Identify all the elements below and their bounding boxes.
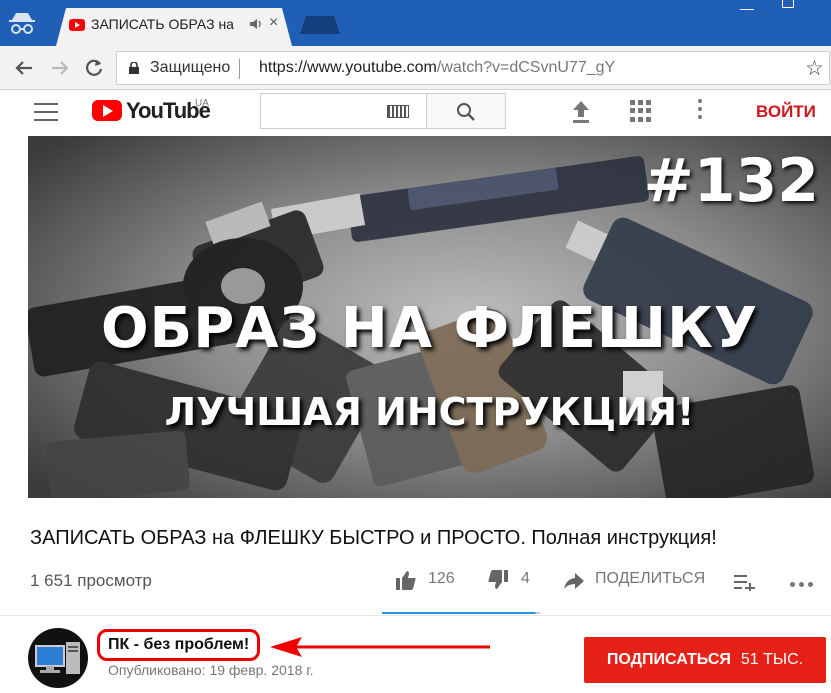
thumbs-down-icon[interactable] bbox=[487, 569, 509, 591]
forward-arrow-icon[interactable] bbox=[48, 56, 72, 80]
episode-number: #132 bbox=[643, 146, 819, 216]
share-icon[interactable] bbox=[563, 571, 585, 591]
hamburger-menu-icon[interactable] bbox=[34, 103, 58, 121]
back-arrow-icon[interactable] bbox=[12, 56, 36, 80]
more-actions-icon[interactable] bbox=[790, 582, 820, 588]
section-divider bbox=[0, 615, 831, 616]
browser-tab-bar: ЗАПИСАТЬ ОБРАЗ на × — bbox=[0, 0, 831, 46]
dislike-count: 4 bbox=[521, 570, 530, 587]
minimize-window-button[interactable]: — bbox=[740, 0, 754, 16]
video-player[interactable]: #132 ОБРАЗ НА ФЛЕШКУ ЛУЧШАЯ ИНСТРУКЦИЯ! bbox=[28, 136, 831, 498]
apps-grid-icon[interactable] bbox=[630, 100, 652, 122]
lock-icon bbox=[129, 62, 139, 74]
address-bar[interactable]: Защищено https://www.youtube.com/watch?v… bbox=[116, 51, 830, 85]
bookmark-star-icon[interactable]: ☆ bbox=[805, 56, 824, 81]
like-dislike-bar bbox=[382, 612, 540, 614]
share-button[interactable]: ПОДЕЛИТЬСЯ bbox=[595, 570, 705, 588]
more-vertical-icon[interactable] bbox=[698, 99, 704, 125]
search-button[interactable] bbox=[426, 93, 506, 129]
speaker-icon[interactable] bbox=[248, 16, 264, 32]
restore-window-button[interactable] bbox=[782, 0, 794, 8]
computer-avatar-icon bbox=[35, 642, 80, 674]
search-icon bbox=[457, 103, 475, 121]
publish-date: Опубликовано: 19 февр. 2018 г. bbox=[108, 662, 314, 678]
signin-button[interactable]: ВОЙТИ bbox=[756, 102, 816, 122]
subscribe-button[interactable]: ПОДПИСАТЬСЯ 51 ТЫС. bbox=[584, 637, 826, 683]
secure-label[interactable]: Защищено bbox=[150, 59, 230, 77]
video-title: ЗАПИСАТЬ ОБРАЗ на ФЛЕШКУ БЫСТРО и ПРОСТО… bbox=[30, 527, 717, 549]
channel-name-link[interactable]: ПК - без проблем! bbox=[97, 629, 261, 661]
new-tab-button[interactable] bbox=[300, 16, 340, 34]
keyboard-icon[interactable] bbox=[387, 105, 409, 118]
subscriber-count: 51 ТЫС. bbox=[740, 651, 804, 668]
url-text[interactable]: https://www.youtube.com/watch?v=dCSvnU77… bbox=[259, 59, 615, 77]
thumbnail-subline: ЛУЧШАЯ ИНСТРУКЦИЯ! bbox=[164, 390, 695, 434]
active-tab[interactable]: ЗАПИСАТЬ ОБРАЗ на × bbox=[56, 8, 292, 46]
search-input[interactable] bbox=[260, 93, 426, 129]
subscribe-label: ПОДПИСАТЬСЯ bbox=[606, 651, 731, 668]
thumbnail-headline: ОБРАЗ НА ФЛЕШКУ bbox=[100, 296, 759, 361]
omnibox-separator bbox=[239, 59, 240, 79]
upload-icon[interactable] bbox=[570, 99, 592, 125]
reload-icon[interactable] bbox=[82, 56, 106, 80]
youtube-header: YouTube UA ВОЙТИ bbox=[0, 90, 831, 136]
add-to-playlist-icon[interactable] bbox=[734, 573, 756, 591]
highlight-arrow-icon bbox=[270, 637, 490, 657]
youtube-logo-icon[interactable] bbox=[92, 100, 122, 121]
tab-title: ЗАПИСАТЬ ОБРАЗ на bbox=[91, 16, 234, 32]
url-host: https://www.youtube.com bbox=[259, 59, 437, 76]
region-code: UA bbox=[195, 98, 209, 109]
browser-toolbar: Защищено https://www.youtube.com/watch?v… bbox=[0, 46, 831, 90]
youtube-favicon-icon bbox=[69, 19, 85, 31]
close-tab-icon[interactable]: × bbox=[269, 14, 278, 32]
url-path: /watch?v=dCSvnU77_gY bbox=[436, 59, 616, 76]
like-count: 126 bbox=[428, 570, 455, 587]
channel-avatar[interactable] bbox=[28, 628, 88, 688]
view-count: 1 651 просмотр bbox=[30, 571, 152, 590]
thumbs-up-icon[interactable] bbox=[395, 569, 417, 591]
incognito-icon bbox=[9, 13, 35, 34]
